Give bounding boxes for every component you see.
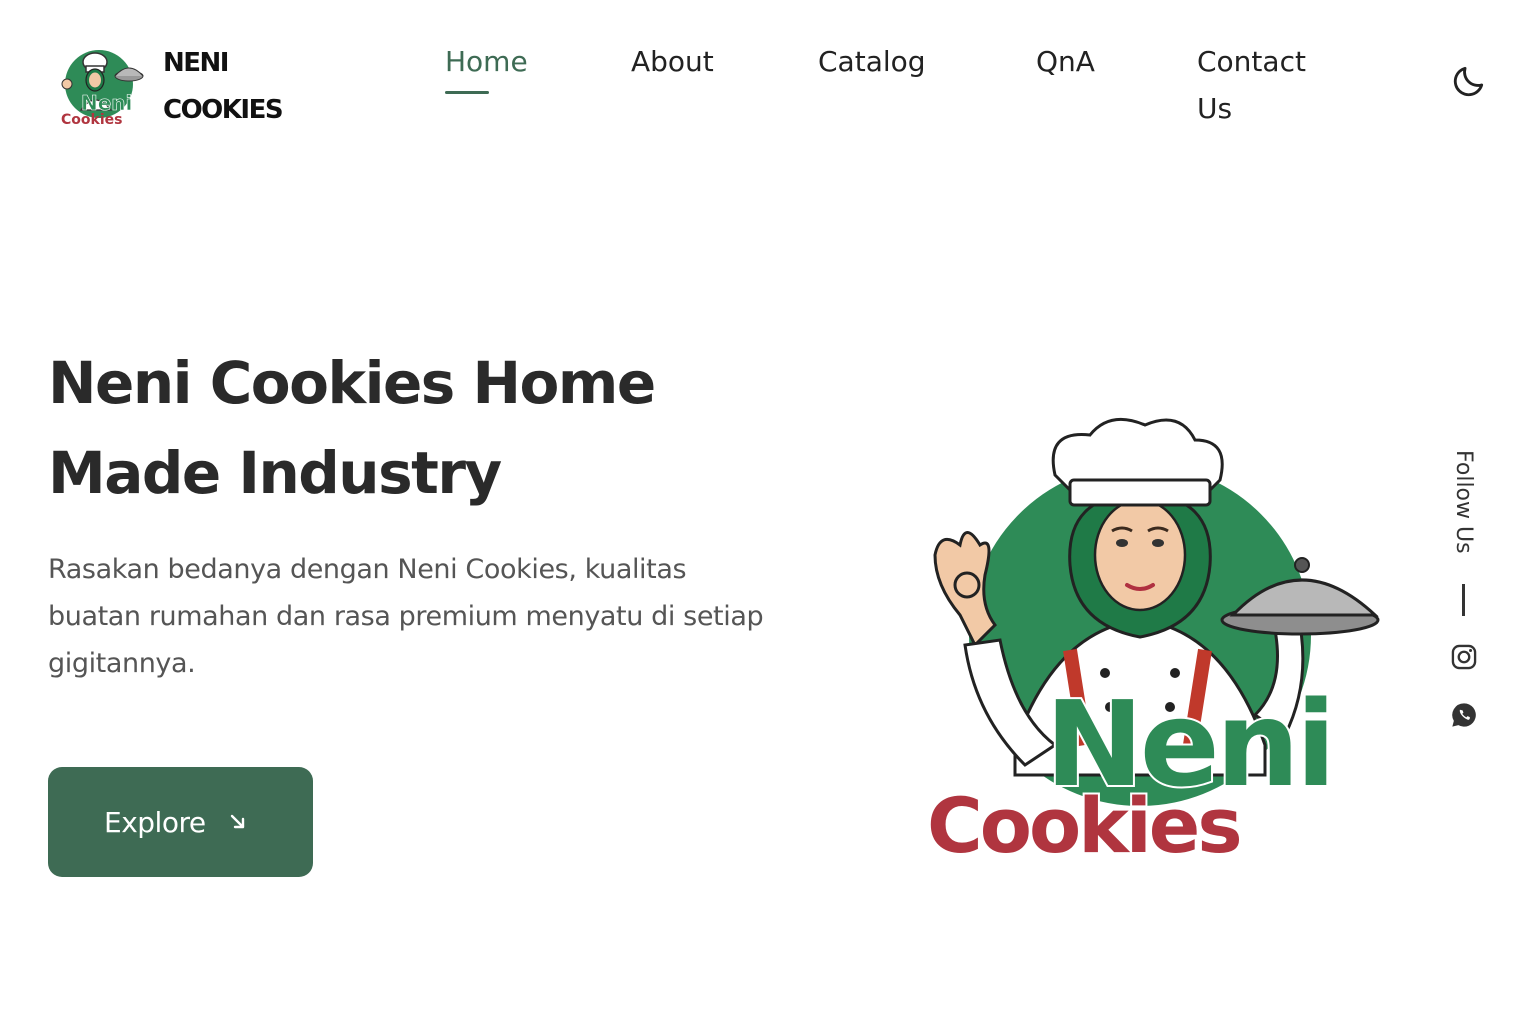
brand-link[interactable]: Neni Cookies NENI COOKIES: [55, 40, 284, 128]
brand-logo-icon: Neni Cookies: [61, 50, 144, 128]
nav-about[interactable]: About: [631, 38, 714, 85]
nav-qna[interactable]: QnA: [1036, 38, 1095, 85]
nav-about-label: About: [631, 45, 714, 78]
arrow-down-right-icon: [230, 814, 244, 829]
nav-active-underline: [445, 91, 489, 94]
hero-description: Rasakan bedanya dengan Neni Cookies, kua…: [48, 554, 764, 679]
nav-catalog-label: Catalog: [818, 45, 926, 78]
brand-name-line2: COOKIES: [163, 95, 284, 125]
follow-us-divider: [1462, 584, 1465, 616]
brand-name: NENI COOKIES: [163, 40, 323, 134]
nav-catalog[interactable]: Catalog: [818, 38, 926, 85]
site-header: Neni Cookies NENI COOKIES Home About Cat…: [0, 0, 1536, 150]
hero-title: Neni Cookies Home Made Industry: [48, 349, 656, 507]
nav-home[interactable]: Home: [445, 38, 528, 94]
neni-cookies-chef-logo: Neni Cookies: [925, 417, 1380, 865]
nav-qna-label: QnA: [1036, 45, 1095, 78]
follow-us-label: Follow Us: [1451, 450, 1476, 554]
moon-icon[interactable]: [1450, 62, 1488, 100]
nav-contact-us-label: Contact Us: [1197, 45, 1306, 125]
brand-logo-text-cookies: Cookies: [61, 112, 122, 128]
social-rail: Follow Us: [1440, 450, 1488, 750]
hero-logo-text-cookies: Cookies: [927, 781, 1240, 865]
brand-name-line1: NENI: [163, 48, 229, 78]
nav-contact-us[interactable]: Contact Us: [1197, 38, 1347, 132]
whatsapp-icon[interactable]: [1450, 701, 1478, 729]
instagram-icon[interactable]: [1450, 643, 1478, 671]
explore-button[interactable]: Explore: [48, 767, 313, 877]
nav-home-label: Home: [445, 45, 528, 78]
explore-button-label: Explore: [104, 805, 206, 839]
